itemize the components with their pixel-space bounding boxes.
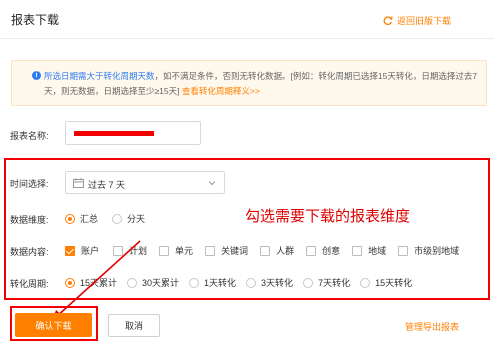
notice-text: 所选日期需大于转化周期天数，如不满足条件，否则无转化数据。[例如：转化周期已选择…	[44, 69, 480, 99]
option-label: 关键词	[221, 246, 249, 256]
refresh-icon	[383, 16, 393, 26]
cycle-option-7d[interactable]: 7天转化	[303, 276, 350, 289]
cycle-definition-link[interactable]: 查看转化周期释义>>	[182, 86, 260, 96]
dimension-label: 数据维度:	[10, 215, 49, 225]
option-label: 人群	[276, 246, 295, 256]
content-option-audience[interactable]: 人群	[260, 244, 294, 257]
dimension-option-summary[interactable]: 汇总	[65, 212, 98, 225]
chevron-down-icon	[208, 181, 216, 186]
cycle-option-3d[interactable]: 3天转化	[246, 276, 293, 289]
radio-unchecked[interactable]	[112, 213, 123, 224]
checkbox-unchecked[interactable]	[159, 245, 170, 256]
calendar-icon	[73, 178, 84, 188]
checkbox-unchecked[interactable]	[398, 245, 409, 256]
time-range-select[interactable]: 过去 7 天	[65, 171, 225, 194]
content-option-account[interactable]: 账户	[65, 244, 99, 257]
report-name-label: 报表名称:	[10, 131, 49, 141]
dialog-header: 报表下载 返回旧版下载	[0, 0, 494, 40]
radio-checked[interactable]	[65, 213, 75, 224]
option-label: 创意	[322, 246, 341, 256]
annotation-text: 勾选需要下载的报表维度	[245, 207, 411, 225]
time-select-label: 时间选择:	[10, 179, 49, 189]
checkbox-unchecked[interactable]	[205, 245, 216, 256]
checkbox-unchecked[interactable]	[306, 245, 317, 256]
checkbox-checked[interactable]	[65, 245, 75, 256]
cycle-label: 转化周期:	[10, 279, 49, 289]
manage-exported-reports-link[interactable]: 管理导出报表	[405, 320, 459, 333]
option-label: 3天转化	[261, 278, 294, 288]
checkbox-unchecked[interactable]	[260, 245, 271, 256]
content-option-city-region[interactable]: 市级别地域	[398, 244, 459, 257]
cycle-radio-group: 15天累计 30天累计 1天转化 3天转化 7天转化 15天转化	[65, 276, 412, 289]
content-option-plan[interactable]: 计划	[113, 244, 147, 257]
content-checkbox-group: 账户 计划 单元 关键词 人群 创意 地域 市级别地域	[65, 244, 459, 257]
option-label: 账户	[81, 246, 100, 256]
time-range-value: 过去 7 天	[88, 180, 126, 190]
dialog-title: 报表下载	[11, 13, 60, 27]
content-label: 数据内容:	[10, 247, 49, 257]
content-option-unit[interactable]: 单元	[159, 244, 193, 257]
back-link-label: 返回旧版下载	[396, 16, 451, 26]
redacted-value	[74, 131, 154, 136]
back-to-old-version-link[interactable]: 返回旧版下载	[382, 14, 451, 27]
checkbox-unchecked[interactable]	[113, 245, 124, 256]
option-label: 15天累计	[80, 278, 118, 288]
radio-unchecked[interactable]	[246, 277, 257, 288]
confirm-download-button[interactable]: 确认下载	[15, 313, 92, 337]
option-label: 单元	[175, 246, 194, 256]
option-label: 分天	[127, 214, 146, 224]
content-option-keyword[interactable]: 关键词	[205, 244, 248, 257]
option-label: 30天累计	[142, 278, 180, 288]
option-label: 地域	[368, 246, 387, 256]
info-icon: i	[32, 71, 41, 80]
radio-unchecked[interactable]	[360, 277, 371, 288]
radio-unchecked[interactable]	[303, 277, 314, 288]
radio-unchecked[interactable]	[189, 277, 200, 288]
notice-highlight: 所选日期需大于转化周期天数	[44, 71, 155, 81]
content-option-region[interactable]: 地域	[352, 244, 386, 257]
option-label: 市级别地域	[414, 246, 460, 256]
cycle-option-1d[interactable]: 1天转化	[189, 276, 236, 289]
report-name-input[interactable]	[65, 121, 201, 145]
notice-banner: i 所选日期需大于转化周期天数，如不满足条件，否则无转化数据。[例如：转化周期已…	[11, 60, 487, 106]
checkbox-unchecked[interactable]	[352, 245, 363, 256]
option-label: 15天转化	[375, 278, 413, 288]
cycle-option-30d-cumulative[interactable]: 30天累计	[127, 276, 179, 289]
option-label: 计划	[129, 246, 148, 256]
header-divider	[0, 38, 494, 39]
cycle-option-15d-cumulative[interactable]: 15天累计	[65, 276, 117, 289]
cycle-option-15d[interactable]: 15天转化	[360, 276, 412, 289]
dimension-option-daily[interactable]: 分天	[112, 212, 145, 225]
option-label: 7天转化	[318, 278, 351, 288]
option-label: 1天转化	[204, 278, 237, 288]
option-label: 汇总	[80, 214, 99, 224]
content-option-creative[interactable]: 创意	[306, 244, 340, 257]
radio-checked[interactable]	[65, 277, 75, 288]
dimension-radio-group: 汇总 分天	[65, 212, 159, 225]
cancel-button[interactable]: 取消	[108, 314, 160, 337]
radio-unchecked[interactable]	[127, 277, 138, 288]
